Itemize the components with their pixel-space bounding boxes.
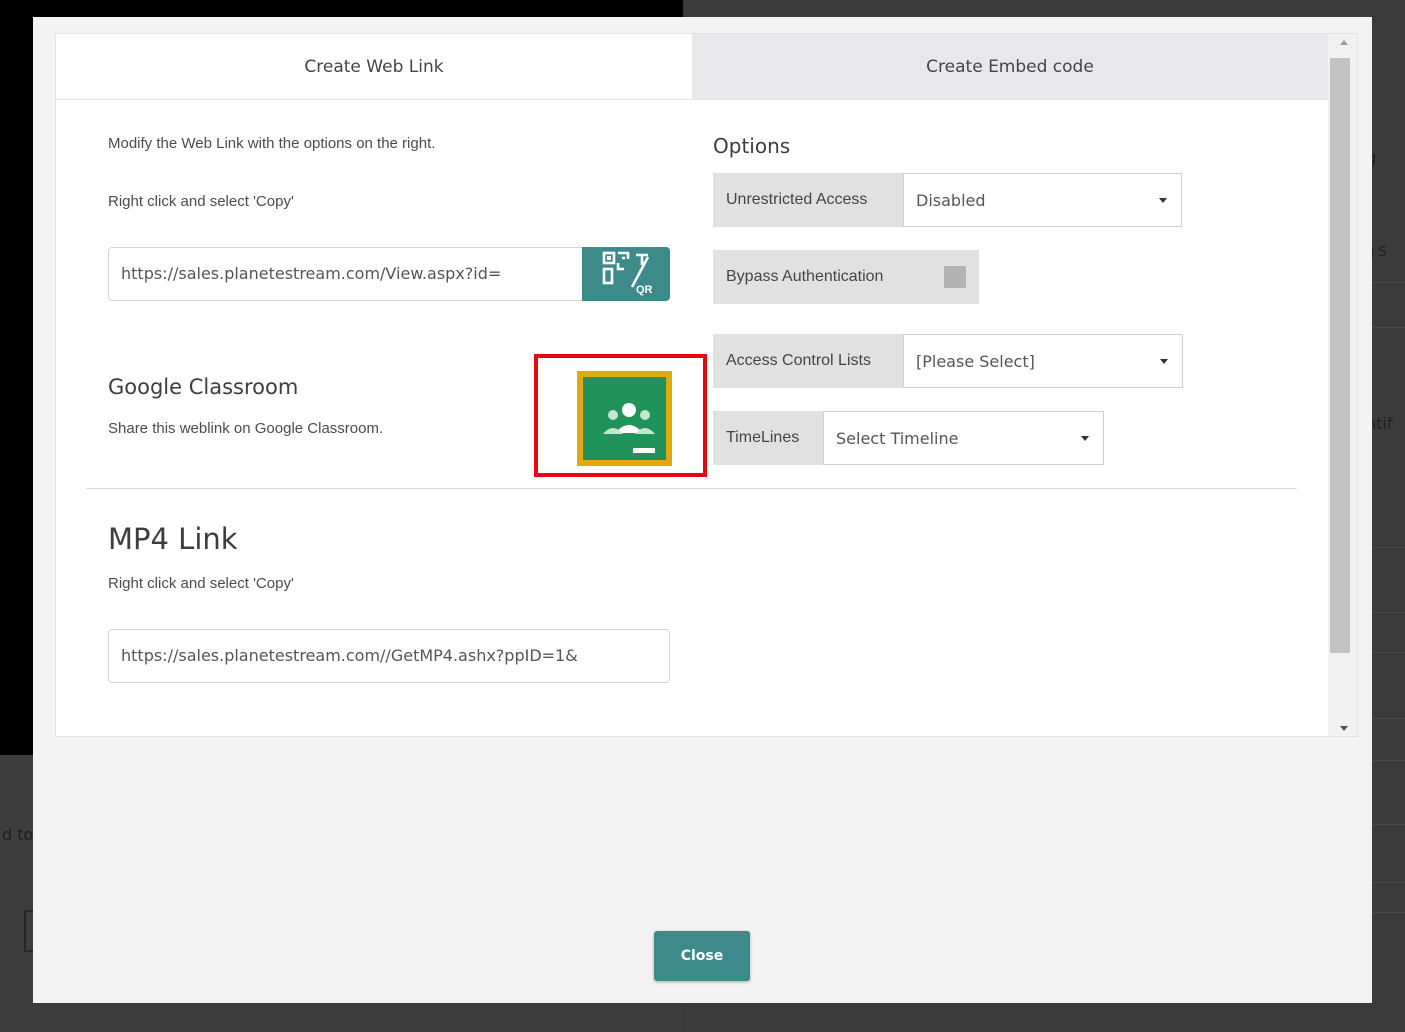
unrestricted-access-select[interactable]: Disabled — [903, 173, 1182, 227]
google-classroom-description: Share this weblink on Google Classroom. — [108, 420, 384, 437]
qr-code-button[interactable]: QR — [582, 247, 670, 301]
timelines-value: Select Timeline — [836, 428, 959, 448]
mp4-url-field[interactable]: https://sales.planetestream.com//GetMP4.… — [108, 629, 670, 683]
qr-code-icon: QR — [602, 251, 653, 296]
bypass-authentication-toggle[interactable] — [925, 250, 979, 304]
unrestricted-access-label: Unrestricted Access — [713, 173, 903, 227]
unrestricted-access-value: Disabled — [916, 190, 986, 210]
timelines-label: TimeLines — [713, 411, 823, 465]
scrollbar-thumb[interactable] — [1330, 58, 1350, 653]
options-title: Options — [713, 134, 791, 158]
mp4-link-title: MP4 Link — [108, 522, 238, 556]
chevron-down-icon — [1159, 198, 1167, 203]
tab-create-web-link[interactable]: Create Web Link — [56, 34, 692, 100]
tab-create-embed-code[interactable]: Create Embed code — [692, 34, 1328, 100]
close-button[interactable]: Close — [654, 931, 750, 981]
chevron-down-icon — [1160, 359, 1168, 364]
google-classroom-icon — [583, 377, 666, 460]
access-control-lists-label: Access Control Lists — [713, 334, 903, 388]
svg-text:QR: QR — [636, 284, 653, 296]
share-modal: Create Web Link Create Embed code Modify… — [33, 17, 1372, 1003]
checkbox-box — [944, 266, 966, 288]
background-text-fragment: d to — [2, 825, 34, 844]
google-classroom-button[interactable] — [577, 371, 672, 466]
google-classroom-title: Google Classroom — [108, 375, 299, 399]
bypass-authentication-label: Bypass Authentication — [713, 250, 925, 304]
chevron-down-icon — [1081, 436, 1089, 441]
share-panel: Create Web Link Create Embed code Modify… — [55, 33, 1358, 737]
web-link-instruction: Modify the Web Link with the options on … — [108, 135, 436, 152]
timelines-select[interactable]: Select Timeline — [823, 411, 1104, 465]
access-control-lists-select[interactable]: [Please Select] — [903, 334, 1183, 388]
scroll-down-arrow-icon[interactable] — [1340, 726, 1348, 731]
scroll-up-arrow-icon[interactable] — [1340, 40, 1348, 45]
section-divider — [86, 488, 1297, 489]
web-link-url-field[interactable]: https://sales.planetestream.com/View.asp… — [108, 247, 586, 301]
web-link-copy-hint: Right click and select 'Copy' — [108, 193, 294, 210]
mp4-copy-hint: Right click and select 'Copy' — [108, 575, 294, 592]
panel-scrollbar[interactable] — [1328, 34, 1357, 736]
access-control-lists-value: [Please Select] — [916, 351, 1035, 371]
